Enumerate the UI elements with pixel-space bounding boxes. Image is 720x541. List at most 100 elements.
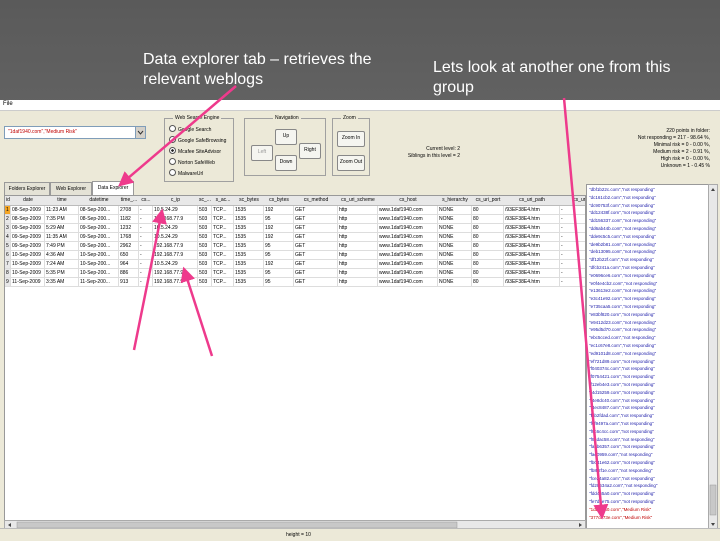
table-cell[interactable]: 192	[264, 233, 294, 242]
table-cell[interactable]: -	[560, 269, 585, 278]
table-cell[interactable]: 1182	[119, 215, 139, 224]
list-item[interactable]: "f9cdac58.com","not responding"	[589, 437, 654, 442]
table-cell[interactable]: 09-Sep-200...	[79, 242, 119, 251]
table-cell[interactable]: /93EF38E4.htm	[504, 278, 560, 287]
table-cell[interactable]: GET	[294, 215, 338, 224]
table-cell[interactable]: www.1daf1940.com	[378, 269, 438, 278]
zoom-in-button[interactable]: Zoom In	[337, 131, 365, 147]
table-cell[interactable]: 1535	[234, 233, 264, 242]
table-cell[interactable]: 11:23 AM	[45, 206, 79, 215]
table-cell[interactable]: -	[139, 278, 153, 287]
table-cell[interactable]: GET	[294, 242, 338, 251]
list-item[interactable]: "de9b2b81.com","not responding"	[589, 242, 656, 247]
table-cell[interactable]: GET	[294, 278, 338, 287]
table-cell[interactable]: NONE	[438, 269, 472, 278]
table-cell[interactable]: 10-Sep-200...	[79, 269, 119, 278]
column-header[interactable]: time_...	[119, 196, 140, 206]
list-item[interactable]: "f040374c.com","not responding"	[589, 366, 655, 371]
table-cell[interactable]: 80	[472, 278, 504, 287]
table-cell[interactable]: 7:24 AM	[45, 260, 79, 269]
list-item[interactable]: "ebc5cced.com","not responding"	[589, 335, 655, 340]
table-cell[interactable]: 11-Sep-2009	[11, 278, 45, 287]
table-cell[interactable]: -	[560, 251, 585, 260]
nav-up-button[interactable]: Up	[275, 129, 297, 145]
list-item[interactable]: "ec1c67e8.com","not responding"	[589, 343, 656, 348]
table-cell[interactable]: 7:49 PM	[45, 242, 79, 251]
table-cell[interactable]: 10-Sep-2009	[11, 269, 45, 278]
list-item[interactable]: "fd28634a2.com","not responding"	[589, 483, 657, 488]
table-cell[interactable]: 192.168.77.9	[153, 278, 198, 287]
table-cell[interactable]: 503	[198, 215, 212, 224]
tab-data-explorer[interactable]: Data Explorer	[92, 181, 134, 196]
table-cell[interactable]: 80	[472, 269, 504, 278]
table-cell[interactable]: 1535	[234, 251, 264, 260]
table-cell[interactable]: 80	[472, 215, 504, 224]
table-cell[interactable]: http	[338, 206, 378, 215]
table-cell[interactable]: 95	[264, 278, 294, 287]
column-header[interactable]: cs_uri_port	[472, 196, 505, 206]
table-cell[interactable]: TCP...	[212, 215, 234, 224]
table-cell[interactable]: 11:35 AM	[45, 233, 79, 242]
table-cell[interactable]: -	[560, 233, 585, 242]
table-cell[interactable]: -	[139, 224, 153, 233]
table-cell[interactable]: 192	[264, 224, 294, 233]
table-cell[interactable]: /93EF38E4.htm	[504, 224, 560, 233]
table-cell[interactable]: 10.5.24.29	[153, 224, 198, 233]
table-cell[interactable]: 503	[198, 260, 212, 269]
table-cell[interactable]: 1535	[234, 206, 264, 215]
list-item[interactable]: "fdd465a0.com","not responding"	[589, 491, 655, 496]
table-cell[interactable]: 95	[264, 251, 294, 260]
table-cell[interactable]: GET	[294, 269, 338, 278]
list-item[interactable]: "fe7d4e75.com","not responding"	[589, 499, 655, 504]
table-cell[interactable]: GET	[294, 224, 338, 233]
table-cell[interactable]: -	[139, 260, 153, 269]
radio-norton-safeweb[interactable]: Norton SafeWeb	[169, 158, 215, 166]
list-item[interactable]: "ed9101d8.com","not responding"	[589, 351, 656, 356]
table-cell[interactable]: NONE	[438, 251, 472, 260]
nav-left-button[interactable]: Left	[251, 145, 273, 161]
table-cell[interactable]: 80	[472, 224, 504, 233]
table-cell[interactable]: 503	[198, 233, 212, 242]
table-cell[interactable]: www.1daf1940.com	[378, 278, 438, 287]
table-cell[interactable]: 08-Sep-200...	[79, 215, 119, 224]
table-cell[interactable]: 2962	[119, 242, 139, 251]
table-cell[interactable]: 10-Sep-2009	[11, 260, 45, 269]
table-cell[interactable]: 1535	[234, 278, 264, 287]
table-cell[interactable]: 886	[119, 269, 139, 278]
table-cell[interactable]: /93EF38E4.htm	[504, 269, 560, 278]
table-cell[interactable]: 503	[198, 251, 212, 260]
table-cell[interactable]: NONE	[438, 224, 472, 233]
table-cell[interactable]: /93EF38E4.htm	[504, 206, 560, 215]
table-cell[interactable]: NONE	[438, 260, 472, 269]
table-cell[interactable]: 503	[198, 269, 212, 278]
table-cell[interactable]: 80	[472, 251, 504, 260]
column-header[interactable]: sc_...	[198, 196, 213, 206]
table-cell[interactable]: /93EF38E4.htm	[504, 233, 560, 242]
table-cell[interactable]: TCP...	[212, 233, 234, 242]
table-cell[interactable]: -	[560, 242, 585, 251]
list-item[interactable]: "f0754421.com","not responding"	[589, 374, 655, 379]
table-cell[interactable]: 10.5.24.29	[153, 260, 198, 269]
table-cell[interactable]: http	[338, 251, 378, 260]
table-cell[interactable]: TCP...	[212, 260, 234, 269]
list-item[interactable]: "1daf1940.com","Medium Risk"	[589, 507, 651, 512]
table-cell[interactable]: 1535	[234, 242, 264, 251]
table-cell[interactable]: 09-Sep-2009	[11, 224, 45, 233]
table-cell[interactable]: http	[338, 278, 378, 287]
table-cell[interactable]: 192.168.77.9	[153, 251, 198, 260]
table-cell[interactable]: -	[560, 224, 585, 233]
table-cell[interactable]: 10.5.24.29	[153, 233, 198, 242]
table-cell[interactable]: 08-Sep-200...	[79, 206, 119, 215]
table-cell[interactable]: 10.5.24.29	[153, 206, 198, 215]
list-item[interactable]: "f6f9497a.com","not responding"	[589, 421, 654, 426]
table-cell[interactable]: 10-Sep-200...	[79, 251, 119, 260]
nav-down-button[interactable]: Down	[275, 155, 297, 171]
table-cell[interactable]: 1232	[119, 224, 139, 233]
table-cell[interactable]: http	[338, 215, 378, 224]
table-cell[interactable]: www.1daf1940.com	[378, 206, 438, 215]
table-cell[interactable]: TCP...	[212, 206, 234, 215]
table-cell[interactable]: 5:35 PM	[45, 269, 79, 278]
table-cell[interactable]: NONE	[438, 206, 472, 215]
table-cell[interactable]: 80	[472, 242, 504, 251]
radio-mcafee-siteadvisor[interactable]: Mcafee SiteAdvisor	[169, 147, 221, 155]
